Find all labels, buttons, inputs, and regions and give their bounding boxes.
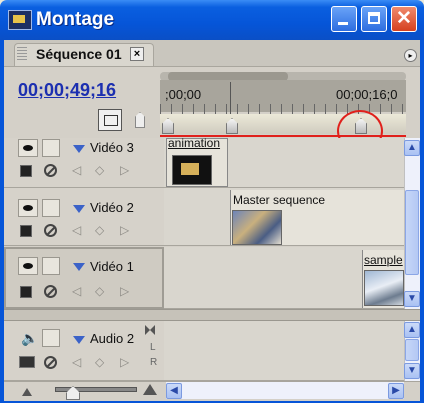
- maximize-button[interactable]: [361, 6, 387, 32]
- horizontal-scrollbar[interactable]: [166, 382, 404, 399]
- track-area-audio2[interactable]: [164, 321, 404, 381]
- thumbnail-detail: [181, 163, 199, 175]
- zoom-out-icon[interactable]: [22, 388, 32, 396]
- add-keyframe-icon[interactable]: ◇: [95, 284, 104, 298]
- video-scroll-thumb[interactable]: [405, 190, 419, 275]
- zoom-in-icon[interactable]: [143, 384, 157, 395]
- clip-master-sequence-label: Master sequence: [233, 193, 326, 207]
- zoom-slider[interactable]: [55, 387, 137, 392]
- scroll-up-button[interactable]: ▲: [404, 140, 420, 156]
- snap-button[interactable]: [98, 109, 122, 131]
- prev-keyframe-icon[interactable]: ◁: [72, 163, 81, 177]
- panel-menu-button[interactable]: ▸: [404, 49, 417, 62]
- next-keyframe-icon[interactable]: ▷: [120, 355, 129, 369]
- clip-master-sequence-thumbnail: [232, 210, 282, 245]
- disable-icon[interactable]: [44, 356, 57, 369]
- eye-icon[interactable]: [18, 257, 38, 275]
- ruler-start-label: ;00;00: [165, 87, 202, 102]
- clip-animation-label: animation: [168, 136, 221, 150]
- keyframe-toggle-icon[interactable]: [20, 225, 32, 237]
- audio-scroll-thumb[interactable]: [405, 339, 419, 361]
- window-title: Montage: [36, 9, 115, 30]
- ruler-divider: [230, 82, 231, 114]
- speaker-icon[interactable]: 🔈: [21, 330, 38, 347]
- prev-keyframe-icon[interactable]: ◁: [72, 284, 81, 298]
- current-timecode[interactable]: 00;00;49;16: [18, 80, 116, 101]
- track-name-video1: Vidéo 1: [90, 259, 134, 274]
- add-keyframe-icon[interactable]: ◇: [95, 163, 104, 177]
- channel-right-label: R: [150, 357, 158, 368]
- tab-sequence-label[interactable]: Séquence 01: [36, 46, 122, 62]
- add-keyframe-icon[interactable]: ◇: [95, 355, 104, 369]
- waveform-toggle-icon[interactable]: [19, 356, 35, 368]
- track-name-video2: Vidéo 2: [90, 200, 134, 215]
- expand-triangle-icon[interactable]: [73, 336, 85, 344]
- eye-icon[interactable]: [18, 199, 38, 217]
- clip-sample-thumbnail: [364, 270, 404, 306]
- app-icon: [8, 10, 32, 30]
- scroll-down-button[interactable]: ▼: [404, 363, 420, 379]
- keyframe-toggle-icon[interactable]: [20, 165, 32, 177]
- track-name-audio2: Audio 2: [90, 331, 135, 346]
- lock-toggle[interactable]: [42, 329, 60, 347]
- video-audio-splitter[interactable]: [4, 309, 420, 321]
- scroll-right-button[interactable]: ▶: [388, 383, 404, 399]
- lock-toggle[interactable]: [42, 199, 60, 217]
- next-keyframe-icon[interactable]: ▷: [120, 163, 129, 177]
- minimize-button[interactable]: [331, 6, 357, 32]
- next-keyframe-icon[interactable]: ▷: [120, 223, 129, 237]
- expand-triangle-icon[interactable]: [73, 145, 85, 153]
- track-header-video2: [4, 188, 164, 246]
- scroll-left-button[interactable]: ◀: [166, 383, 182, 399]
- next-keyframe-icon[interactable]: ▷: [120, 284, 129, 298]
- disable-icon[interactable]: [44, 164, 57, 177]
- prev-keyframe-icon[interactable]: ◁: [72, 355, 81, 369]
- keyframe-toggle-icon[interactable]: [20, 286, 32, 298]
- scroll-up-button[interactable]: ▲: [404, 322, 420, 338]
- tab-grip-icon[interactable]: [17, 47, 27, 62]
- channel-left-label: L: [150, 342, 156, 353]
- disable-icon[interactable]: [44, 224, 57, 237]
- add-keyframe-icon[interactable]: ◇: [95, 223, 104, 237]
- ruler-mark-label: 00;00;16;0: [336, 87, 398, 102]
- disable-icon[interactable]: [44, 285, 57, 298]
- lock-toggle[interactable]: [42, 139, 60, 157]
- close-button[interactable]: ✕: [391, 6, 417, 32]
- close-icon: ✕: [396, 8, 412, 29]
- prev-keyframe-icon[interactable]: ◁: [72, 223, 81, 237]
- tab-close-button[interactable]: ×: [130, 47, 144, 61]
- eye-icon[interactable]: [18, 139, 38, 157]
- scroll-down-button[interactable]: ▼: [404, 291, 420, 307]
- minimize-icon: [332, 7, 356, 31]
- expand-triangle-icon[interactable]: [73, 263, 85, 271]
- maximize-icon: [362, 7, 386, 31]
- expand-triangle-icon[interactable]: [73, 205, 85, 213]
- sync-lock-icon: [145, 325, 155, 335]
- lock-toggle[interactable]: [42, 257, 60, 275]
- track-name-video3: Vidéo 3: [90, 140, 134, 155]
- clip-sample-label: sample: [364, 253, 403, 267]
